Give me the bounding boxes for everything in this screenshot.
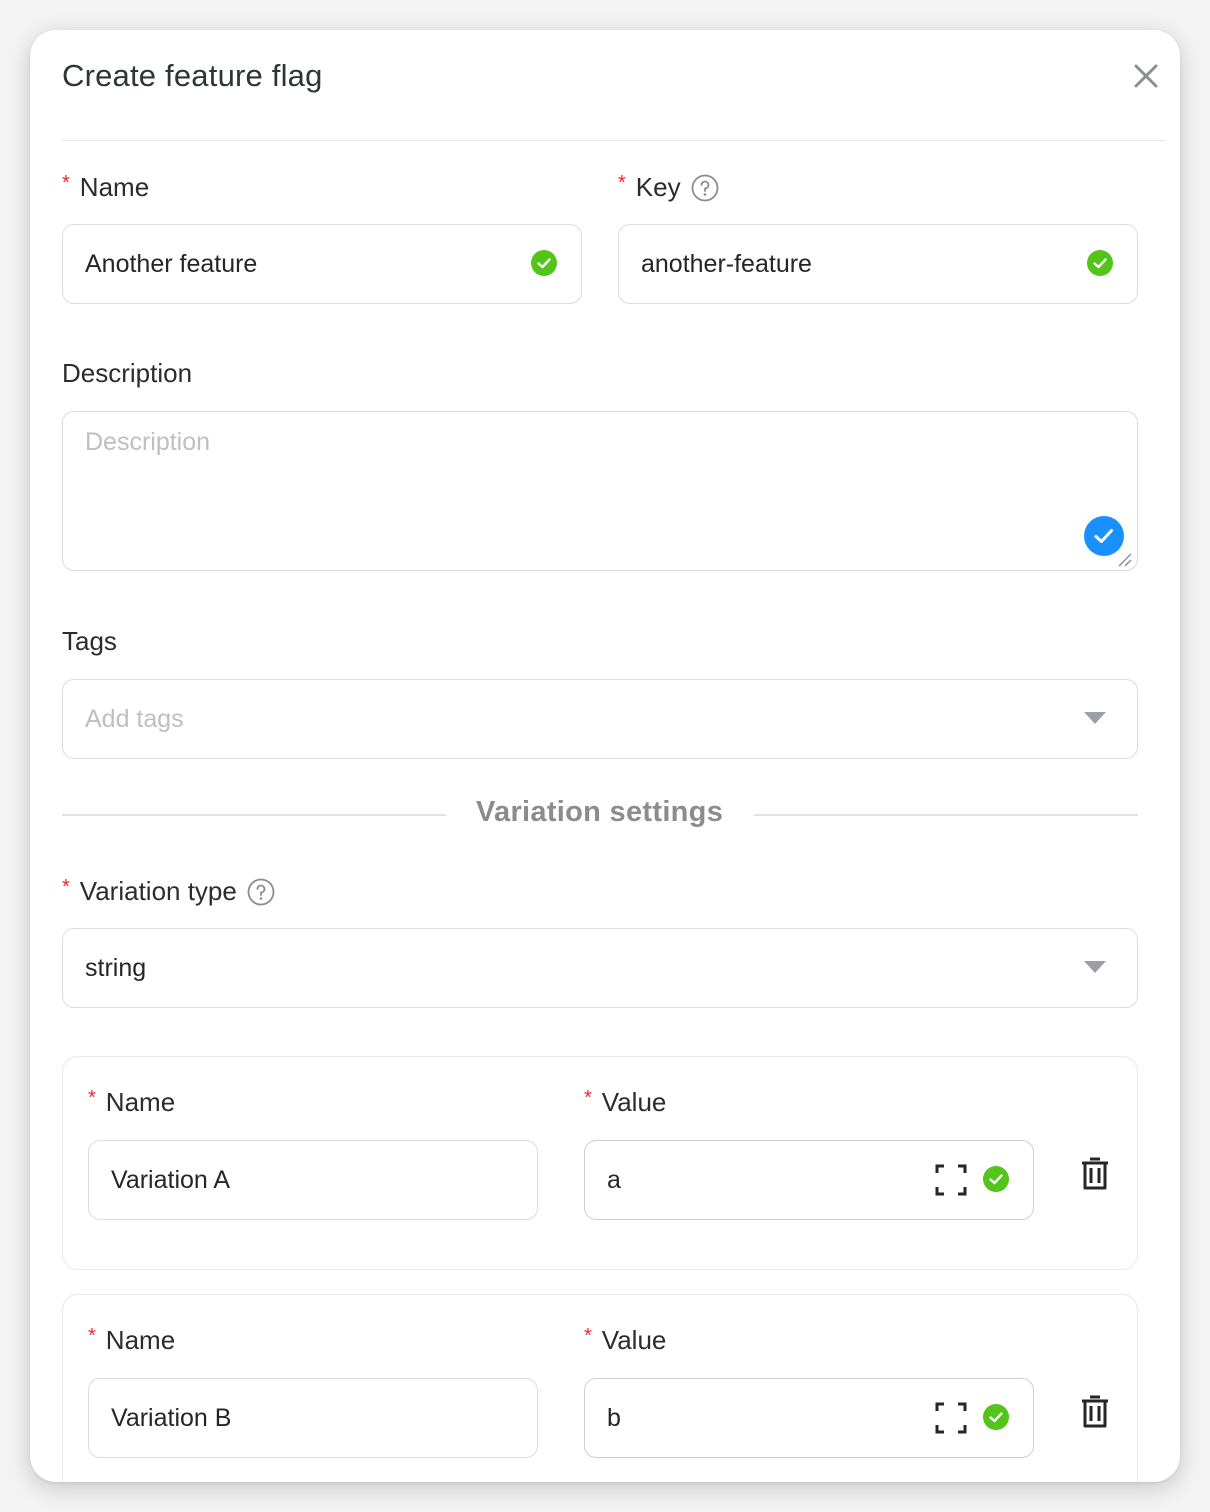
- description-label-text: Description: [62, 358, 193, 388]
- tags-label: Tags: [62, 626, 117, 657]
- delete-variation-button[interactable]: [1080, 1395, 1110, 1429]
- variation-value-input[interactable]: a: [584, 1140, 1034, 1220]
- variation-name-value: Variation B: [111, 1403, 232, 1432]
- help-icon[interactable]: [691, 174, 719, 202]
- key-label-text: Key: [635, 172, 681, 202]
- name-label: * Name: [62, 172, 149, 203]
- help-icon[interactable]: [247, 878, 275, 906]
- required-marker: *: [88, 1325, 96, 1347]
- variation-card: * Name Variation A * Value a: [62, 1056, 1138, 1270]
- close-button[interactable]: [1128, 58, 1164, 94]
- variation-name-label: * Name: [88, 1087, 175, 1118]
- check-circle-icon: [982, 1165, 1010, 1193]
- section-divider-right: [754, 814, 1138, 816]
- variation-name-label-text: Name: [105, 1325, 176, 1355]
- close-icon: [1134, 64, 1158, 88]
- required-marker: *: [88, 1087, 96, 1109]
- name-input[interactable]: Another feature: [62, 224, 582, 304]
- variation-value-label-text: Value: [601, 1087, 667, 1117]
- required-marker: *: [584, 1325, 592, 1347]
- variation-card: * Name Variation B * Value b: [62, 1294, 1138, 1482]
- variation-settings-title: Variation settings: [476, 796, 724, 828]
- tags-placeholder: Add tags: [85, 704, 184, 733]
- description-textarea[interactable]: Description: [62, 411, 1138, 571]
- required-marker: *: [618, 172, 626, 194]
- check-circle-icon: [530, 249, 558, 277]
- variation-name-value: Variation A: [111, 1165, 231, 1194]
- variation-value-value: a: [607, 1165, 621, 1194]
- key-input[interactable]: another-feature: [618, 224, 1138, 304]
- description-placeholder: Description: [85, 428, 211, 456]
- required-marker: *: [584, 1087, 592, 1109]
- check-circle-icon: [1083, 515, 1125, 557]
- expand-icon[interactable]: [934, 1401, 968, 1435]
- check-circle-icon: [1086, 249, 1114, 277]
- resize-handle-icon[interactable]: [1117, 552, 1133, 568]
- variation-name-input[interactable]: Variation A: [88, 1140, 538, 1220]
- variation-type-label: * Variation type: [62, 876, 275, 907]
- required-marker: *: [62, 172, 70, 194]
- variation-value-label: * Value: [584, 1087, 666, 1118]
- variation-value-label-text: Value: [601, 1325, 667, 1355]
- tags-label-text: Tags: [62, 626, 117, 656]
- trash-icon: [1082, 1157, 1108, 1190]
- name-label-text: Name: [79, 172, 150, 202]
- section-divider-left: [62, 814, 446, 816]
- delete-variation-button[interactable]: [1080, 1157, 1110, 1191]
- required-marker: *: [62, 876, 70, 898]
- expand-icon[interactable]: [934, 1163, 968, 1197]
- variation-value-input[interactable]: b: [584, 1378, 1034, 1458]
- check-circle-icon: [982, 1403, 1010, 1431]
- tags-select[interactable]: Add tags: [62, 679, 1138, 759]
- description-label: Description: [62, 358, 192, 389]
- caret-down-icon: [1083, 710, 1107, 726]
- variation-value-value: b: [607, 1403, 621, 1432]
- caret-down-icon: [1083, 959, 1107, 975]
- name-input-value: Another feature: [85, 249, 258, 278]
- trash-icon: [1082, 1395, 1108, 1428]
- key-input-value: another-feature: [641, 249, 812, 278]
- dialog-title: Create feature flag: [62, 58, 323, 93]
- variation-name-label: * Name: [88, 1325, 175, 1356]
- variation-value-label: * Value: [584, 1325, 666, 1356]
- variation-type-value: string: [85, 953, 147, 982]
- header-divider: [62, 140, 1166, 141]
- variation-type-label-text: Variation type: [79, 876, 237, 906]
- variation-name-input[interactable]: Variation B: [88, 1378, 538, 1458]
- key-label: * Key: [618, 172, 719, 203]
- variation-type-select[interactable]: string: [62, 928, 1138, 1008]
- create-feature-flag-dialog: Create feature flag * Name Another featu…: [30, 30, 1180, 1482]
- variation-name-label-text: Name: [105, 1087, 176, 1117]
